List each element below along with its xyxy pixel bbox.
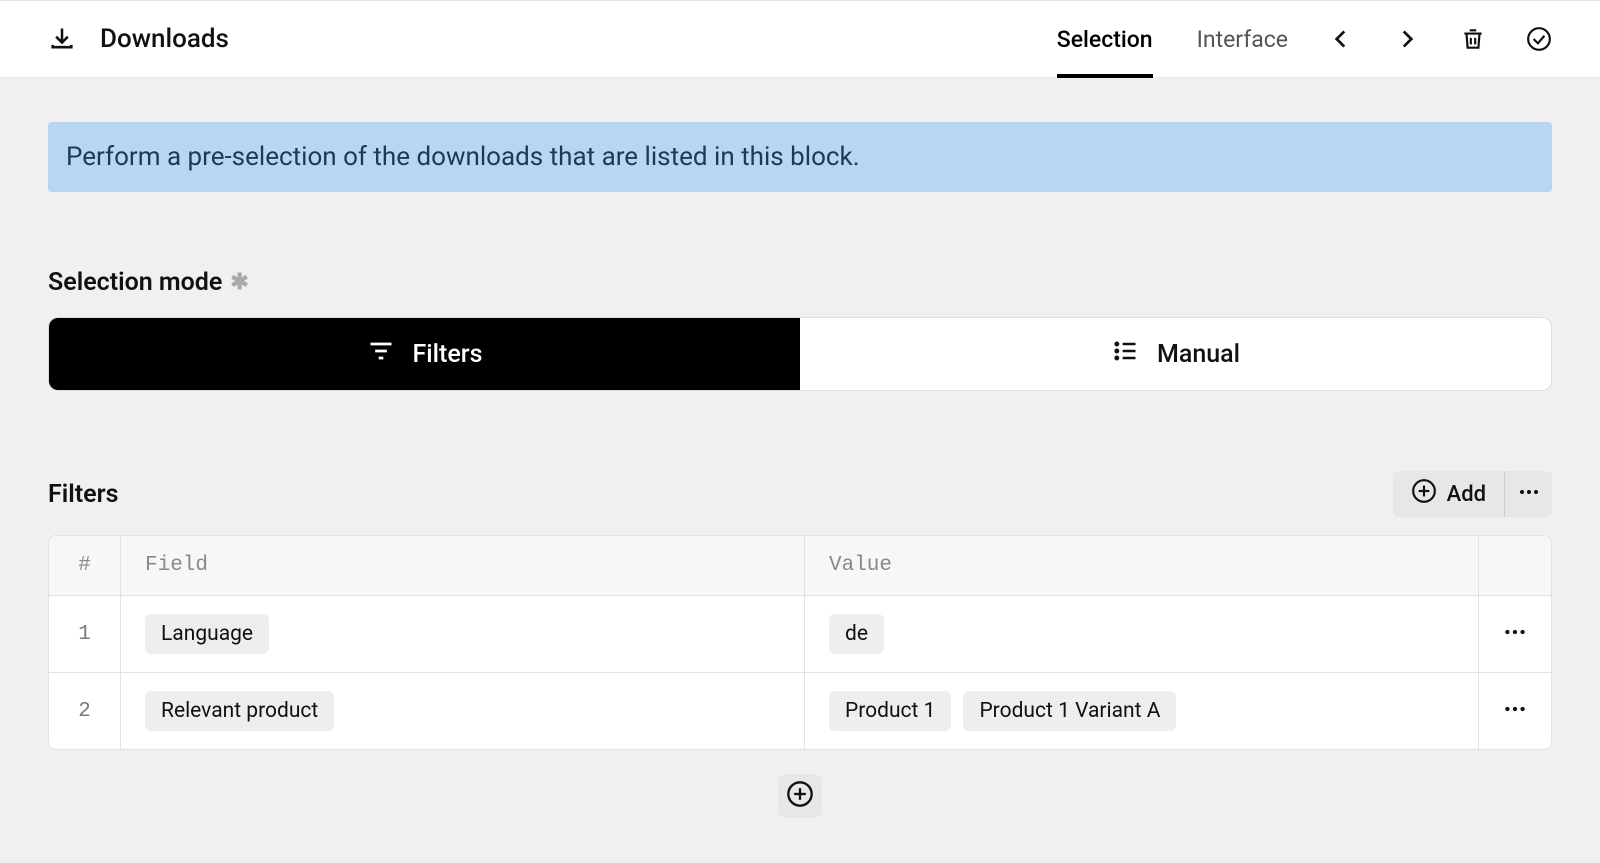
- info-banner: Perform a pre-selection of the downloads…: [48, 122, 1552, 192]
- add-row-wrap: [48, 774, 1552, 818]
- column-value: Value: [805, 536, 1479, 595]
- dots-horizontal-icon: [1502, 619, 1528, 649]
- header-actions: [1328, 26, 1552, 52]
- row-index: 1: [49, 596, 121, 672]
- add-row-button[interactable]: [778, 774, 822, 818]
- filters-actions: Add: [1393, 471, 1552, 517]
- tab-label: Interface: [1197, 26, 1288, 53]
- selection-mode-segmented: Filters Manual: [48, 317, 1552, 391]
- header-right: Selection Interface: [1057, 1, 1552, 77]
- column-actions: [1479, 536, 1551, 595]
- row-index: 2: [49, 673, 121, 749]
- field-chip[interactable]: Relevant product: [145, 691, 334, 731]
- plus-circle-icon: [1411, 478, 1437, 510]
- selection-mode-label-text: Selection mode: [48, 268, 222, 297]
- row-menu-button[interactable]: [1479, 673, 1551, 749]
- tab-label: Selection: [1057, 26, 1153, 53]
- dots-horizontal-icon: [1502, 696, 1528, 726]
- filters-table: # Field Value 1 Language de 2 Relevant p…: [48, 535, 1552, 750]
- filter-icon: [367, 337, 395, 372]
- info-banner-text: Perform a pre-selection of the downloads…: [66, 142, 860, 172]
- dots-horizontal-icon: [1517, 480, 1541, 508]
- table-header: # Field Value: [49, 536, 1551, 596]
- row-menu-button[interactable]: [1479, 596, 1551, 672]
- selection-mode-label: Selection mode ✱: [48, 268, 1552, 297]
- next-button[interactable]: [1394, 26, 1420, 52]
- column-field: Field: [121, 536, 805, 595]
- column-num: #: [49, 536, 121, 595]
- row-field: Relevant product: [121, 673, 805, 749]
- table-row: 1 Language de: [49, 596, 1551, 673]
- filters-more-button[interactable]: [1504, 471, 1552, 517]
- segment-label: Manual: [1157, 340, 1240, 369]
- segment-label: Filters: [413, 340, 483, 369]
- row-value: de: [805, 596, 1479, 672]
- value-chip[interactable]: Product 1: [829, 691, 951, 731]
- row-value: Product 1 Product 1 Variant A: [805, 673, 1479, 749]
- add-filter-button[interactable]: Add: [1393, 471, 1504, 517]
- required-star-icon: ✱: [230, 270, 248, 295]
- value-chip[interactable]: de: [829, 614, 884, 654]
- table-row: 2 Relevant product Product 1 Product 1 V…: [49, 673, 1551, 749]
- tabs: Selection Interface: [1057, 1, 1288, 77]
- header: Downloads Selection Interface: [0, 0, 1600, 78]
- value-chip[interactable]: Product 1 Variant A: [963, 691, 1176, 731]
- page-title: Downloads: [100, 24, 229, 54]
- delete-button[interactable]: [1460, 26, 1486, 52]
- segment-filters[interactable]: Filters: [49, 318, 800, 390]
- list-icon: [1111, 337, 1139, 372]
- add-filter-label: Add: [1447, 482, 1486, 507]
- plus-circle-icon: [786, 780, 814, 812]
- prev-button[interactable]: [1328, 26, 1354, 52]
- header-left: Downloads: [48, 24, 229, 54]
- confirm-button[interactable]: [1526, 26, 1552, 52]
- filters-header: Filters Add: [48, 471, 1552, 517]
- download-icon: [48, 25, 76, 53]
- filters-title: Filters: [48, 480, 118, 509]
- tab-selection[interactable]: Selection: [1057, 1, 1153, 77]
- segment-manual[interactable]: Manual: [800, 318, 1551, 390]
- content: Perform a pre-selection of the downloads…: [0, 78, 1600, 862]
- tab-interface[interactable]: Interface: [1197, 1, 1288, 77]
- row-field: Language: [121, 596, 805, 672]
- field-chip[interactable]: Language: [145, 614, 269, 654]
